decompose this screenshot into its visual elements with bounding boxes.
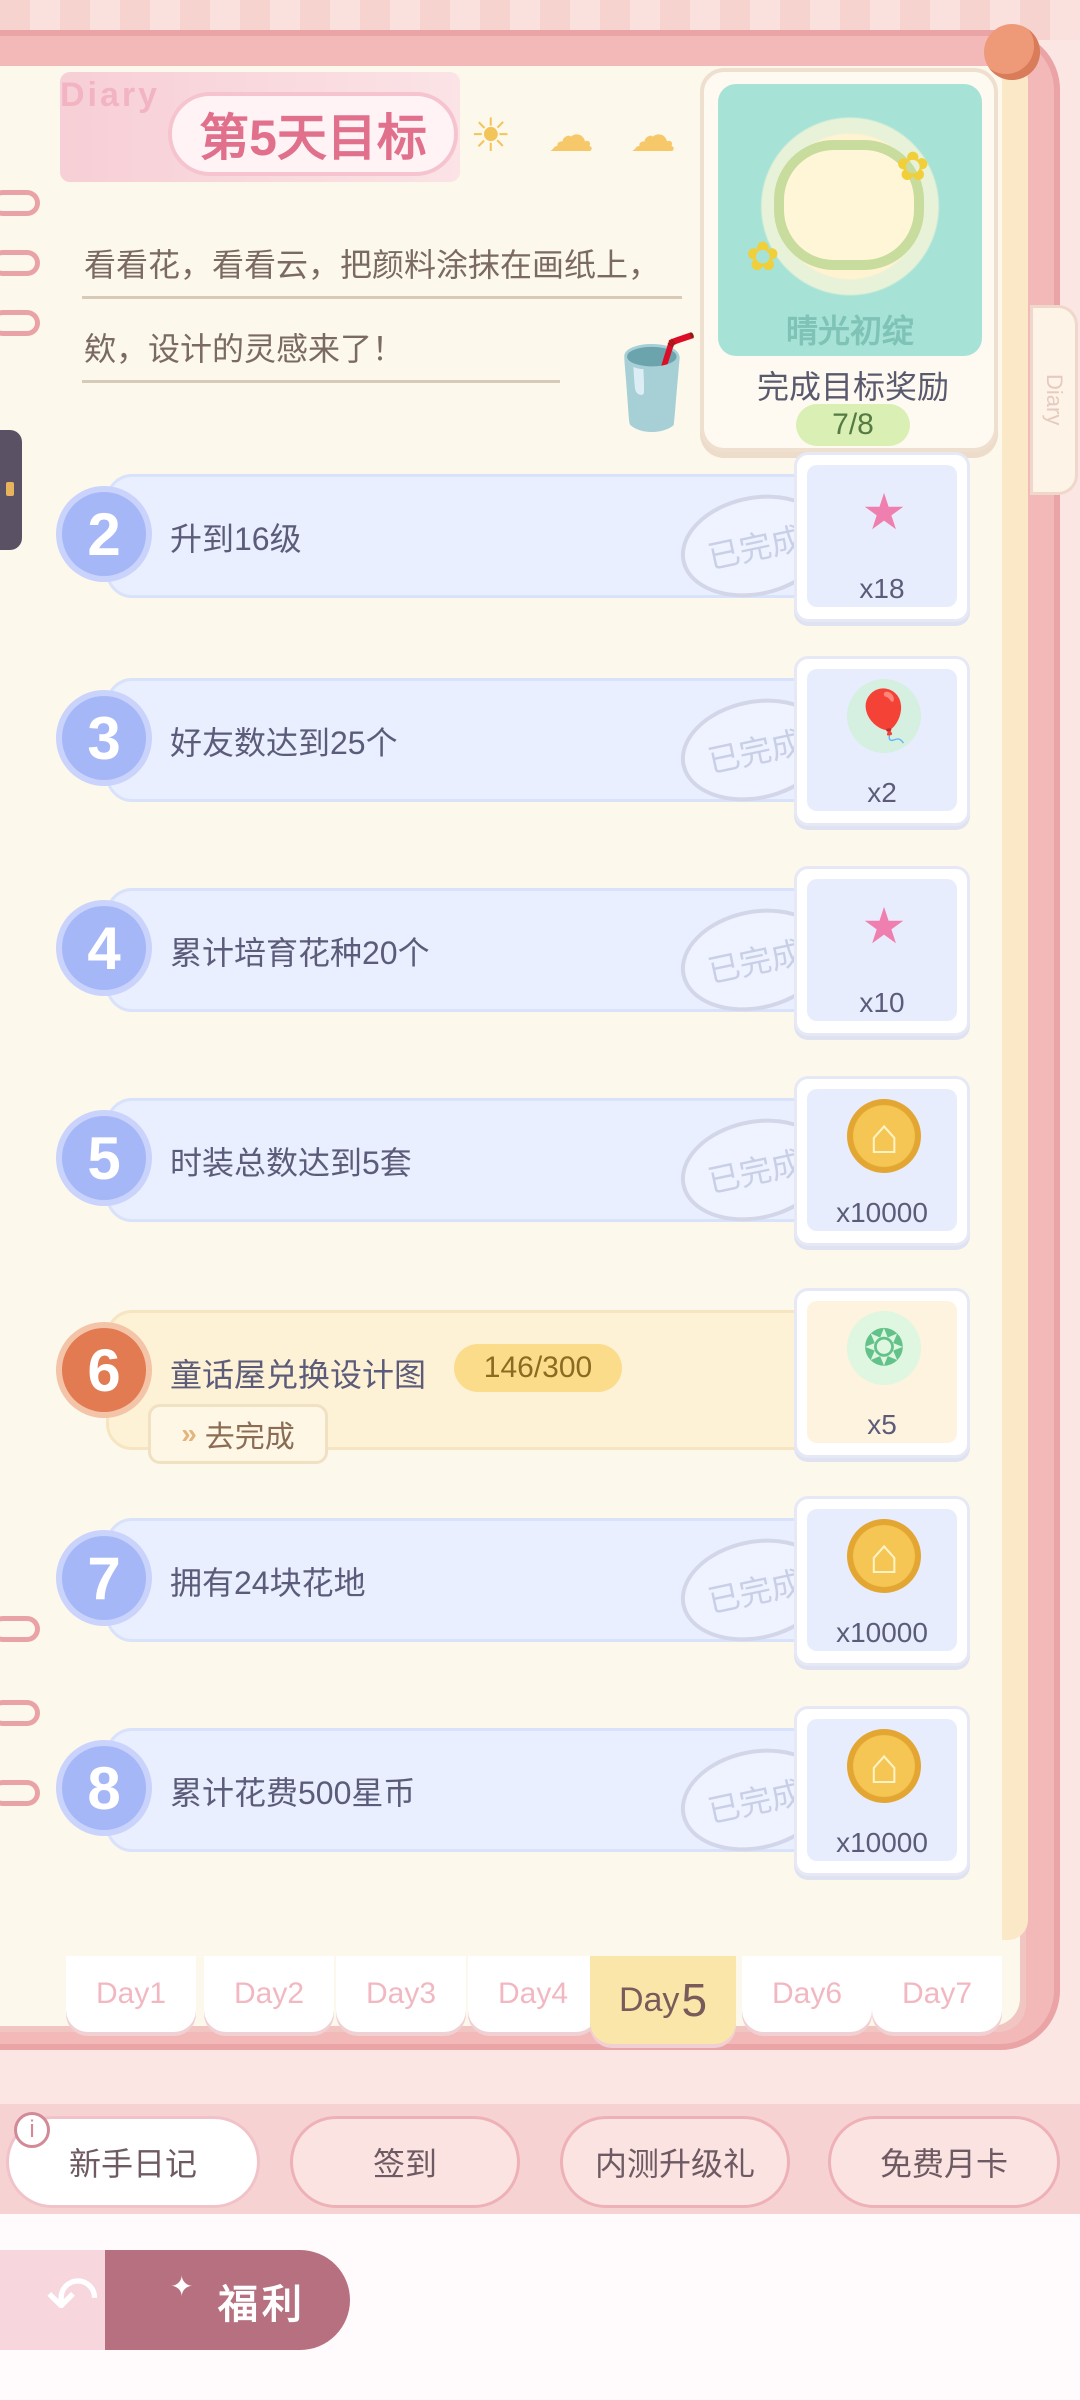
nav-beta-upgrade-gift[interactable]: 内测升级礼	[560, 2116, 790, 2208]
task-label: 累计培育花种20个	[170, 935, 430, 971]
double-chevron-icon: »	[181, 1418, 197, 1449]
task-reward[interactable]: ★ x10	[794, 866, 970, 1036]
task-label: 童话屋兑换设计图	[170, 1357, 427, 1393]
task-label: 升到16级	[170, 521, 302, 557]
diary-side-tab[interactable]: Diary	[1030, 305, 1078, 495]
tab-day6[interactable]: Day6	[742, 1956, 872, 2032]
page-edge	[1002, 60, 1028, 1940]
binder-ring-icon	[0, 310, 40, 336]
binder-ring-icon	[0, 190, 40, 216]
reward-frame-image: ✿ ✿ 晴光初绽	[718, 84, 982, 356]
cloud-icon: ☁	[548, 109, 594, 161]
tab-day1[interactable]: Day1	[66, 1956, 196, 2032]
task-progress-badge: 146/300	[454, 1344, 622, 1392]
reward-qty: x10000	[836, 1617, 928, 1648]
reward-qty: x10000	[836, 1827, 928, 1858]
go-complete-button[interactable]: » 去完成	[148, 1404, 328, 1464]
flower-icon: ✿	[746, 235, 780, 279]
task-row: 4 累计培育花种20个 已完成 ★ x10	[60, 860, 980, 1040]
nav-sign-in[interactable]: 签到	[290, 2116, 520, 2208]
task-number: 8	[62, 1746, 146, 1830]
task-row: 3 好友数达到25个 已完成 🎈 x2	[60, 650, 980, 830]
reward-qty: x10000	[836, 1197, 928, 1228]
story-text-line-1: 看看花，看看云，把颜料涂抹在画纸上，	[84, 247, 661, 283]
tab-day2[interactable]: Day2	[204, 1956, 334, 2032]
binder-ring-icon	[0, 1700, 40, 1726]
divider	[82, 380, 560, 383]
tab-day4[interactable]: Day4	[468, 1956, 598, 2032]
tab-day5-label: Day	[618, 1980, 680, 2019]
story-text-line-2: 欸，设计的灵感来了！	[84, 331, 405, 367]
task-number: 4	[62, 906, 146, 990]
flower-icon: ✿	[896, 145, 930, 189]
sun-icon: ☀	[470, 109, 512, 161]
nav-free-monthly-card[interactable]: 免费月卡	[828, 2116, 1060, 2208]
reward-qty: x2	[867, 777, 897, 808]
reward-qty: x18	[859, 573, 905, 604]
tab-day5[interactable]: Day 5	[590, 1956, 736, 2044]
sparkle-icon: ✦	[170, 2271, 194, 2302]
reward-label: 完成目标奖励	[756, 369, 949, 405]
balloon-icon: 🎈	[847, 679, 921, 753]
star-icon: ★	[861, 484, 907, 540]
task-label: 累计花费500星币	[170, 1775, 416, 1811]
diary-label: Diary	[60, 76, 161, 114]
task-number: 2	[62, 492, 146, 576]
coin-icon: ⌂	[847, 1519, 921, 1593]
page-title: 第5天目标	[168, 92, 458, 176]
task-row: 5 时装总数达到5套 已完成 ⌂ x10000	[60, 1070, 980, 1250]
card-icon: ❂	[847, 1311, 921, 1385]
task-number: 6	[62, 1328, 146, 1412]
goal-reward-card[interactable]: ✿ ✿ 晴光初绽 完成目标奖励 7/8	[700, 68, 998, 452]
task-reward[interactable]: ❂ x5	[794, 1288, 970, 1458]
binder-ring-icon	[0, 1616, 40, 1642]
collapse-handle[interactable]	[0, 430, 22, 550]
task-reward[interactable]: ★ x18	[794, 452, 970, 622]
task-number: 5	[62, 1116, 146, 1200]
tab-day3[interactable]: Day3	[336, 1956, 466, 2032]
divider	[82, 296, 682, 299]
info-icon[interactable]: i	[14, 2112, 50, 2148]
tab-day7[interactable]: Day7	[872, 1956, 1002, 2032]
task-row: 7 拥有24块花地 已完成 ⌂ x10000	[60, 1490, 980, 1670]
task-number: 7	[62, 1536, 146, 1620]
task-row: 2 升到16级 已完成 ★ x18	[60, 446, 980, 626]
back-arrow-icon[interactable]: ↶	[46, 2262, 100, 2337]
star-icon: ★	[861, 898, 907, 954]
drink-cup-icon: 🥤	[596, 333, 709, 433]
go-complete-label: 去完成	[204, 1421, 295, 1454]
reward-qty: x10	[859, 987, 905, 1018]
welfare-label: 福利	[218, 2283, 306, 2327]
task-label: 时装总数达到5套	[170, 1145, 412, 1181]
binder-ring-icon	[0, 1780, 40, 1806]
reward-progress-badge: 7/8	[796, 404, 910, 446]
task-row: 8 累计花费500星币 已完成 ⌂ x10000	[60, 1700, 980, 1880]
rain-cloud-icon: ☁	[630, 109, 676, 161]
task-reward[interactable]: ⌂ x10000	[794, 1496, 970, 1666]
task-row-active: 6 童话屋兑换设计图 146/300 » 去完成 ❂ x5	[60, 1282, 980, 1464]
pin-icon	[984, 24, 1040, 80]
coin-icon: ⌂	[847, 1729, 921, 1803]
tab-day5-number: 5	[681, 1974, 708, 2026]
task-number: 3	[62, 696, 146, 780]
task-label: 拥有24块花地	[170, 1565, 366, 1601]
coin-icon: ⌂	[847, 1099, 921, 1173]
reward-qty: x5	[867, 1409, 897, 1440]
task-reward[interactable]: ⌂ x10000	[794, 1706, 970, 1876]
reward-item-name: 晴光初绽	[785, 313, 914, 349]
binder-ring-icon	[0, 250, 40, 276]
task-label: 好友数达到25个	[170, 725, 398, 761]
task-reward[interactable]: 🎈 x2	[794, 656, 970, 826]
task-reward[interactable]: ⌂ x10000	[794, 1076, 970, 1246]
